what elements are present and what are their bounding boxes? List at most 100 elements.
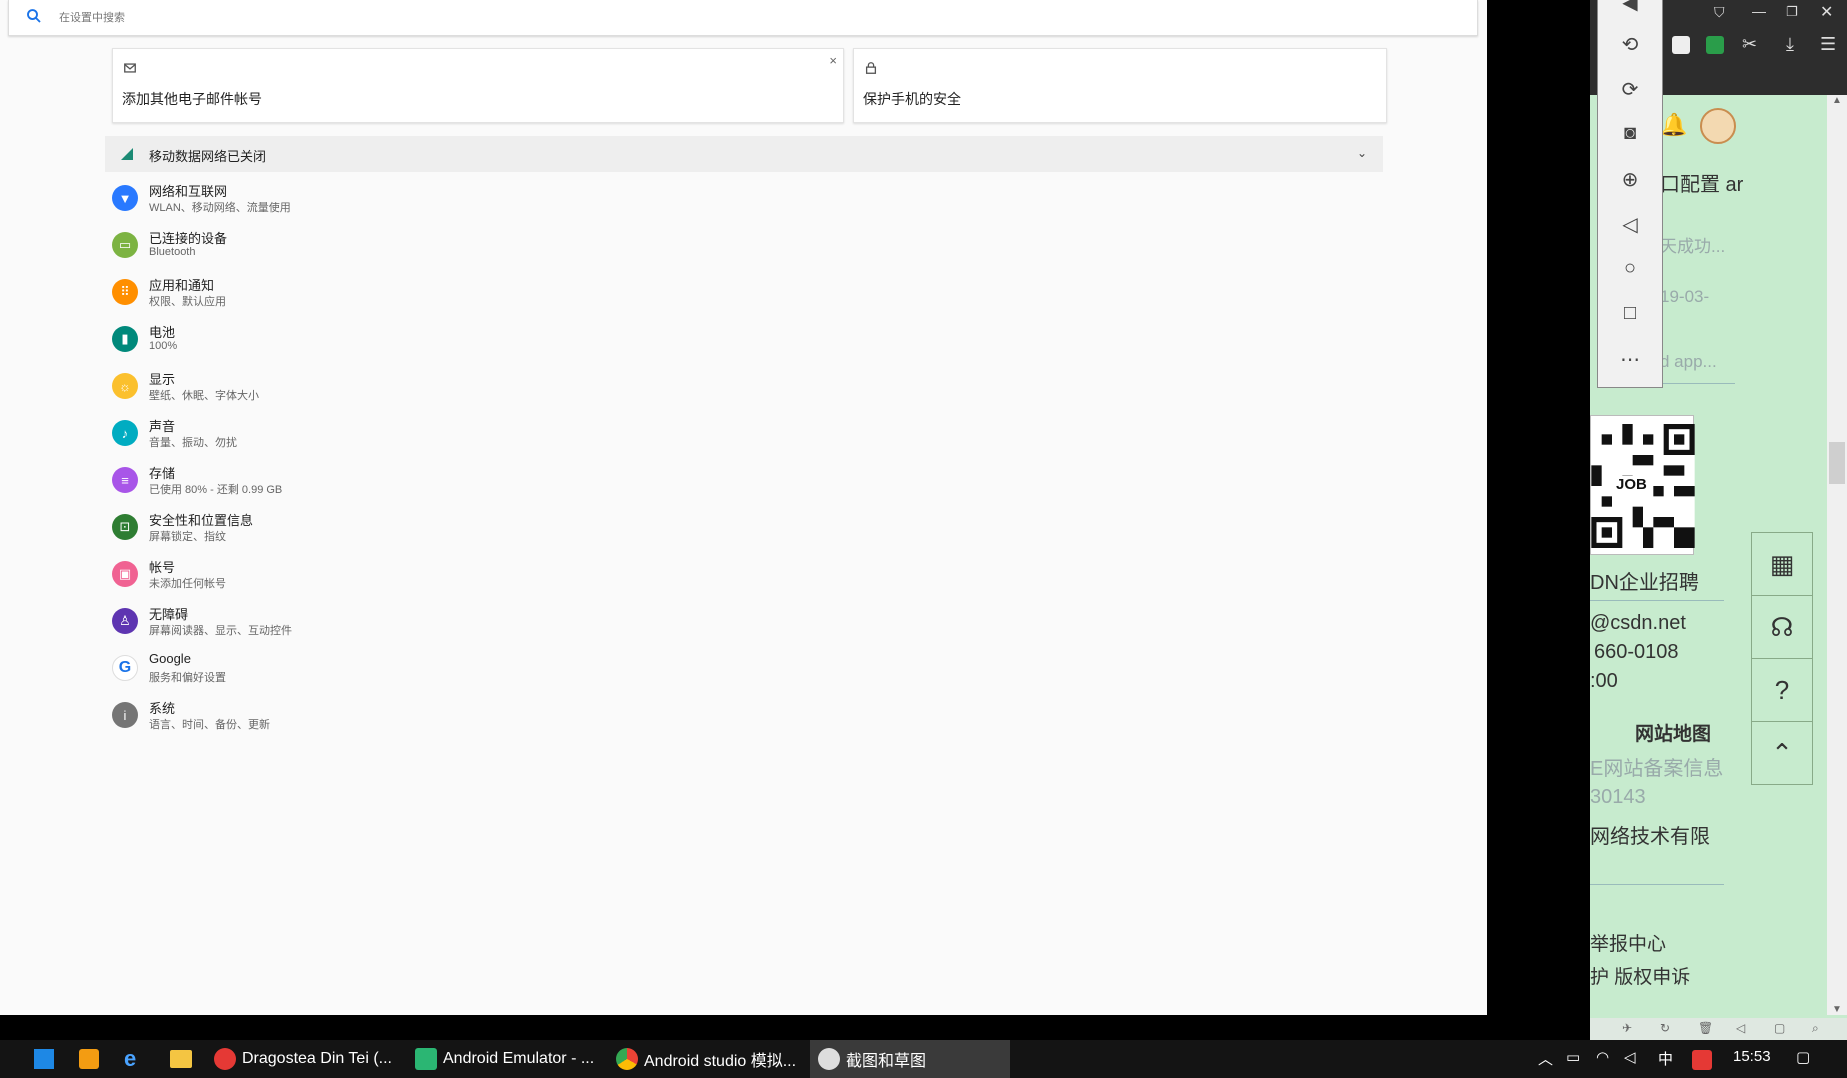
bell-icon[interactable]: 🔔 (1660, 112, 1687, 138)
settings-item-system[interactable]: i 系统 语言、时间、备份、更新 (112, 695, 432, 735)
app-icon-1[interactable] (34, 1049, 54, 1069)
eye-icon[interactable] (1706, 36, 1724, 54)
settings-item-accessibility[interactable]: ♙ 无障碍 屏幕阅读器、显示、互动控件 (112, 601, 432, 641)
settings-item-devices[interactable]: ▭ 已连接的设备 Bluetooth (112, 225, 432, 265)
ie-icon[interactable]: e (124, 1046, 136, 1072)
volume-icon[interactable]: ◁ (1736, 1021, 1745, 1035)
add-email-card[interactable]: 添加其他电子邮件帐号 × (112, 48, 844, 123)
search-placeholder: 在设置中搜索 (59, 12, 125, 24)
settings-item-display[interactable]: ☼ 显示 壁纸、休眠、字体大小 (112, 366, 432, 406)
protect-phone-card[interactable]: 保护手机的安全 (853, 48, 1387, 123)
settings-item-subtitle: 未添加任何帐号 (149, 578, 226, 590)
settings-item-accounts[interactable]: ▣ 帐号 未添加任何帐号 (112, 554, 432, 594)
clock[interactable]: 15:53 (1733, 1048, 1771, 1065)
browser-text: 网络技术有限 (1590, 826, 1710, 848)
volume-icon[interactable]: ◁ (1624, 1048, 1636, 1066)
storage-icon: ≡ (112, 467, 138, 493)
settings-item-subtitle: 权限、默认应用 (149, 296, 226, 308)
notification-icon[interactable]: ▢ (1796, 1048, 1810, 1066)
extension-icon[interactable] (1672, 36, 1690, 54)
settings-item-security[interactable]: ⊡ 安全性和位置信息 屏幕锁定、指纹 (112, 507, 432, 547)
settings-item-subtitle: 屏幕锁定、指纹 (149, 531, 226, 543)
rotate-right-icon[interactable]: ⟳ (1598, 77, 1662, 107)
battery-icon[interactable]: ▭ (1566, 1048, 1580, 1066)
settings-item-sound[interactable]: ♪ 声音 音量、振动、勿扰 (112, 413, 432, 453)
mobile-data-banner[interactable]: 移动数据网络已关闭 ⌄ (105, 136, 1383, 172)
rotate-left-icon[interactable]: ⟲ (1598, 32, 1662, 62)
ime-indicator[interactable]: 中 (1658, 1048, 1673, 1069)
settings-item-subtitle: 壁纸、休眠、字体大小 (149, 390, 259, 402)
battery-icon: ▮ (112, 326, 138, 352)
wifi-icon[interactable]: ◠ (1596, 1048, 1609, 1066)
more-icon[interactable]: ⋯ (1598, 347, 1662, 377)
browser-text: 19-03- (1660, 287, 1710, 306)
back-to-top-button[interactable]: ⌃ (1751, 721, 1813, 785)
settings-item-apps[interactable]: ⠿ 应用和通知 权限、默认应用 (112, 272, 432, 312)
sogou-icon[interactable] (1692, 1050, 1712, 1070)
browser-text: DN企业招聘 (1590, 572, 1699, 594)
qr-button[interactable]: ▦ (1751, 532, 1813, 596)
browser-scrollbar[interactable]: ▲ ▼ (1827, 95, 1847, 1015)
close-icon[interactable]: × (829, 53, 837, 68)
settings-item-title: 帐号 (149, 560, 176, 575)
scroll-down-icon[interactable]: ▼ (1832, 1004, 1842, 1015)
settings-item-title: 声音 (149, 419, 176, 434)
browser-statusbar: ✈ ↻ 🗑 ◁ ▢ ⌕ (1590, 1018, 1847, 1040)
settings-item-title: 网络和互联网 (149, 184, 228, 199)
scrollbar-thumb[interactable] (1829, 442, 1845, 484)
browser-text: @csdn.net (1590, 612, 1686, 634)
settings-item-google[interactable]: G Google 服务和偏好设置 (112, 648, 432, 688)
chevron-down-icon[interactable]: ⌄ (1357, 146, 1367, 160)
settings-item-battery[interactable]: ▮ 电池 100% (112, 319, 432, 359)
chevron-up-icon[interactable]: ︿ (1538, 1048, 1553, 1069)
settings-item-subtitle: Bluetooth (149, 246, 196, 258)
overview-icon[interactable]: □ (1598, 302, 1662, 332)
taskbar-app-chrome[interactable]: Android studio 模拟... (616, 1040, 808, 1078)
browser-text: :00 (1590, 670, 1618, 692)
home-icon[interactable]: ○ (1598, 257, 1662, 287)
browser-text: 660-0108 (1594, 641, 1679, 663)
emulator-icon (415, 1048, 437, 1070)
scissors-icon[interactable]: ✂ (1742, 34, 1757, 55)
folder-icon[interactable] (170, 1050, 192, 1068)
zoom-icon[interactable]: ⊕ (1598, 167, 1662, 197)
settings-item-title: 无障碍 (149, 607, 189, 622)
taskbar-app-emulator[interactable]: Android Emulator - ... (415, 1040, 610, 1078)
download-icon[interactable]: ⤓ (1786, 34, 1794, 55)
browser-text: 网站地图 (1635, 724, 1712, 745)
settings-item-storage[interactable]: ≡ 存储 已使用 80% - 还剩 0.99 GB (112, 460, 432, 500)
close-icon[interactable]: ✕ (1820, 2, 1833, 22)
headset-icon[interactable]: ☊ (1751, 595, 1813, 659)
settings-item-title: Google (149, 651, 191, 666)
account-icon: ▣ (112, 561, 138, 587)
scroll-up-icon[interactable]: ▲ (1832, 95, 1842, 106)
menu-icon[interactable]: ☰ (1820, 34, 1836, 55)
zoom-icon[interactable]: ⌕ (1812, 1021, 1819, 1036)
settings-item-subtitle: WLAN、移动网络、流量使用 (149, 202, 291, 214)
taskbar-app-snip[interactable]: 截图和草图 (810, 1040, 1010, 1078)
avatar[interactable] (1700, 108, 1736, 144)
settings-window: 在设置中搜索 添加其他电子邮件帐号 × 保护手机的安全 移动数据网络已关闭 ⌄ … (0, 0, 1487, 1015)
add-email-text: 添加其他电子邮件帐号 (122, 91, 262, 107)
restore-icon[interactable]: ❐ (1786, 4, 1798, 20)
qr-code: JOB (1590, 415, 1695, 555)
search-bar[interactable]: 在设置中搜索 (8, 0, 1478, 36)
back-icon[interactable]: ◁ (1598, 212, 1662, 242)
trash-icon[interactable]: 🗑 (1698, 1021, 1713, 1035)
settings-item-network[interactable]: ▼ 网络和互联网 WLAN、移动网络、流量使用 (112, 178, 432, 218)
minimize-icon[interactable]: — (1752, 3, 1766, 19)
volume-down-icon[interactable]: ◀ (1598, 0, 1662, 20)
settings-item-title: 电池 (149, 325, 176, 340)
browser-text: E网站备案信息 (1590, 758, 1724, 780)
refresh-icon[interactable]: ↻ (1660, 1021, 1670, 1035)
app-icon-2[interactable] (79, 1049, 99, 1069)
rocket-icon[interactable]: ✈ (1622, 1021, 1632, 1035)
taskbar-app-label: Dragostea Din Tei (... (242, 1050, 392, 1067)
skin-icon[interactable]: ⛉ (1714, 4, 1725, 21)
camera-icon[interactable]: ◙ (1598, 122, 1662, 152)
wifi-icon: ▼ (112, 185, 138, 211)
help-icon[interactable]: ? (1751, 658, 1813, 722)
window-icon[interactable]: ▢ (1774, 1021, 1785, 1035)
taskbar-app-netease[interactable]: Dragostea Din Tei (... (214, 1040, 409, 1078)
browser-text: 天成功... (1660, 237, 1726, 256)
